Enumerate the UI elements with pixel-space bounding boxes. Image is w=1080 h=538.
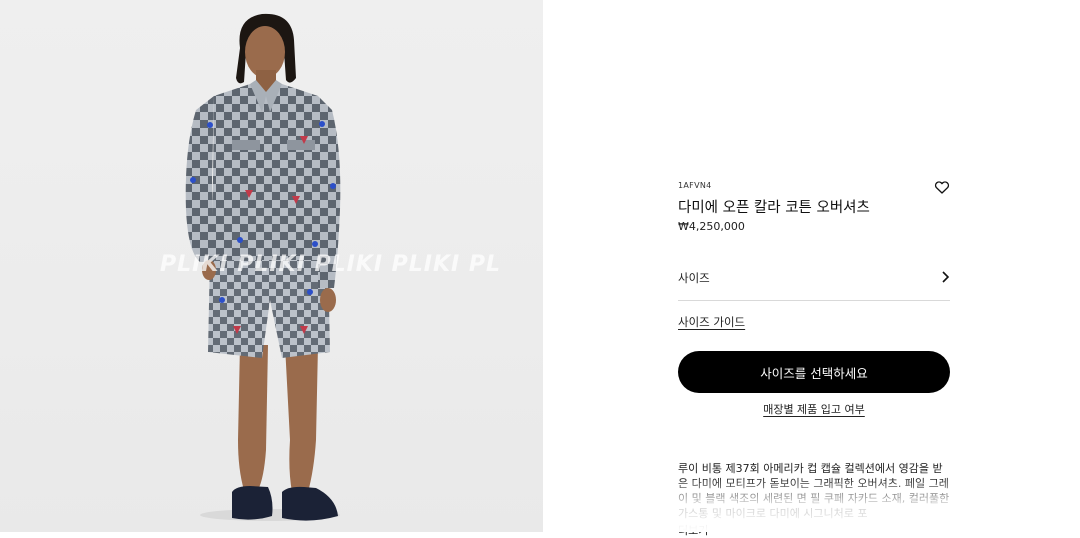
more-link[interactable]: 더보기 [678,523,950,538]
size-guide-link[interactable]: 사이즈 가이드 [678,314,745,330]
select-size-button[interactable]: 사이즈를 선택하세요 [678,351,950,393]
product-title: 다미에 오픈 칼라 코튼 오버셔츠 [678,200,870,216]
description-text: 루이 비통 제37회 아메리카 컵 캡슐 컬렉션에서 영감을 받은 다미에 모티… [678,462,950,520]
store-availability-link[interactable]: 매장별 제품 입고 여부 [678,401,950,417]
product-image[interactable]: PLIKI PLIKI PLIKI PLIKI PL [0,0,543,532]
chevron-right-icon [940,269,950,283]
heart-outline-icon[interactable] [933,178,951,196]
size-selector[interactable]: 사이즈 [678,262,950,301]
product-description: 루이 비통 제37회 아메리카 컵 캡슐 컬렉션에서 영감을 받은 다미에 모티… [678,461,950,538]
size-label: 사이즈 [678,271,710,285]
product-price: ₩4,250,000 [678,220,745,233]
watermark: PLIKI PLIKI PLIKI PLIKI PL [160,252,502,277]
product-sku: 1AFVN4 [678,181,712,190]
